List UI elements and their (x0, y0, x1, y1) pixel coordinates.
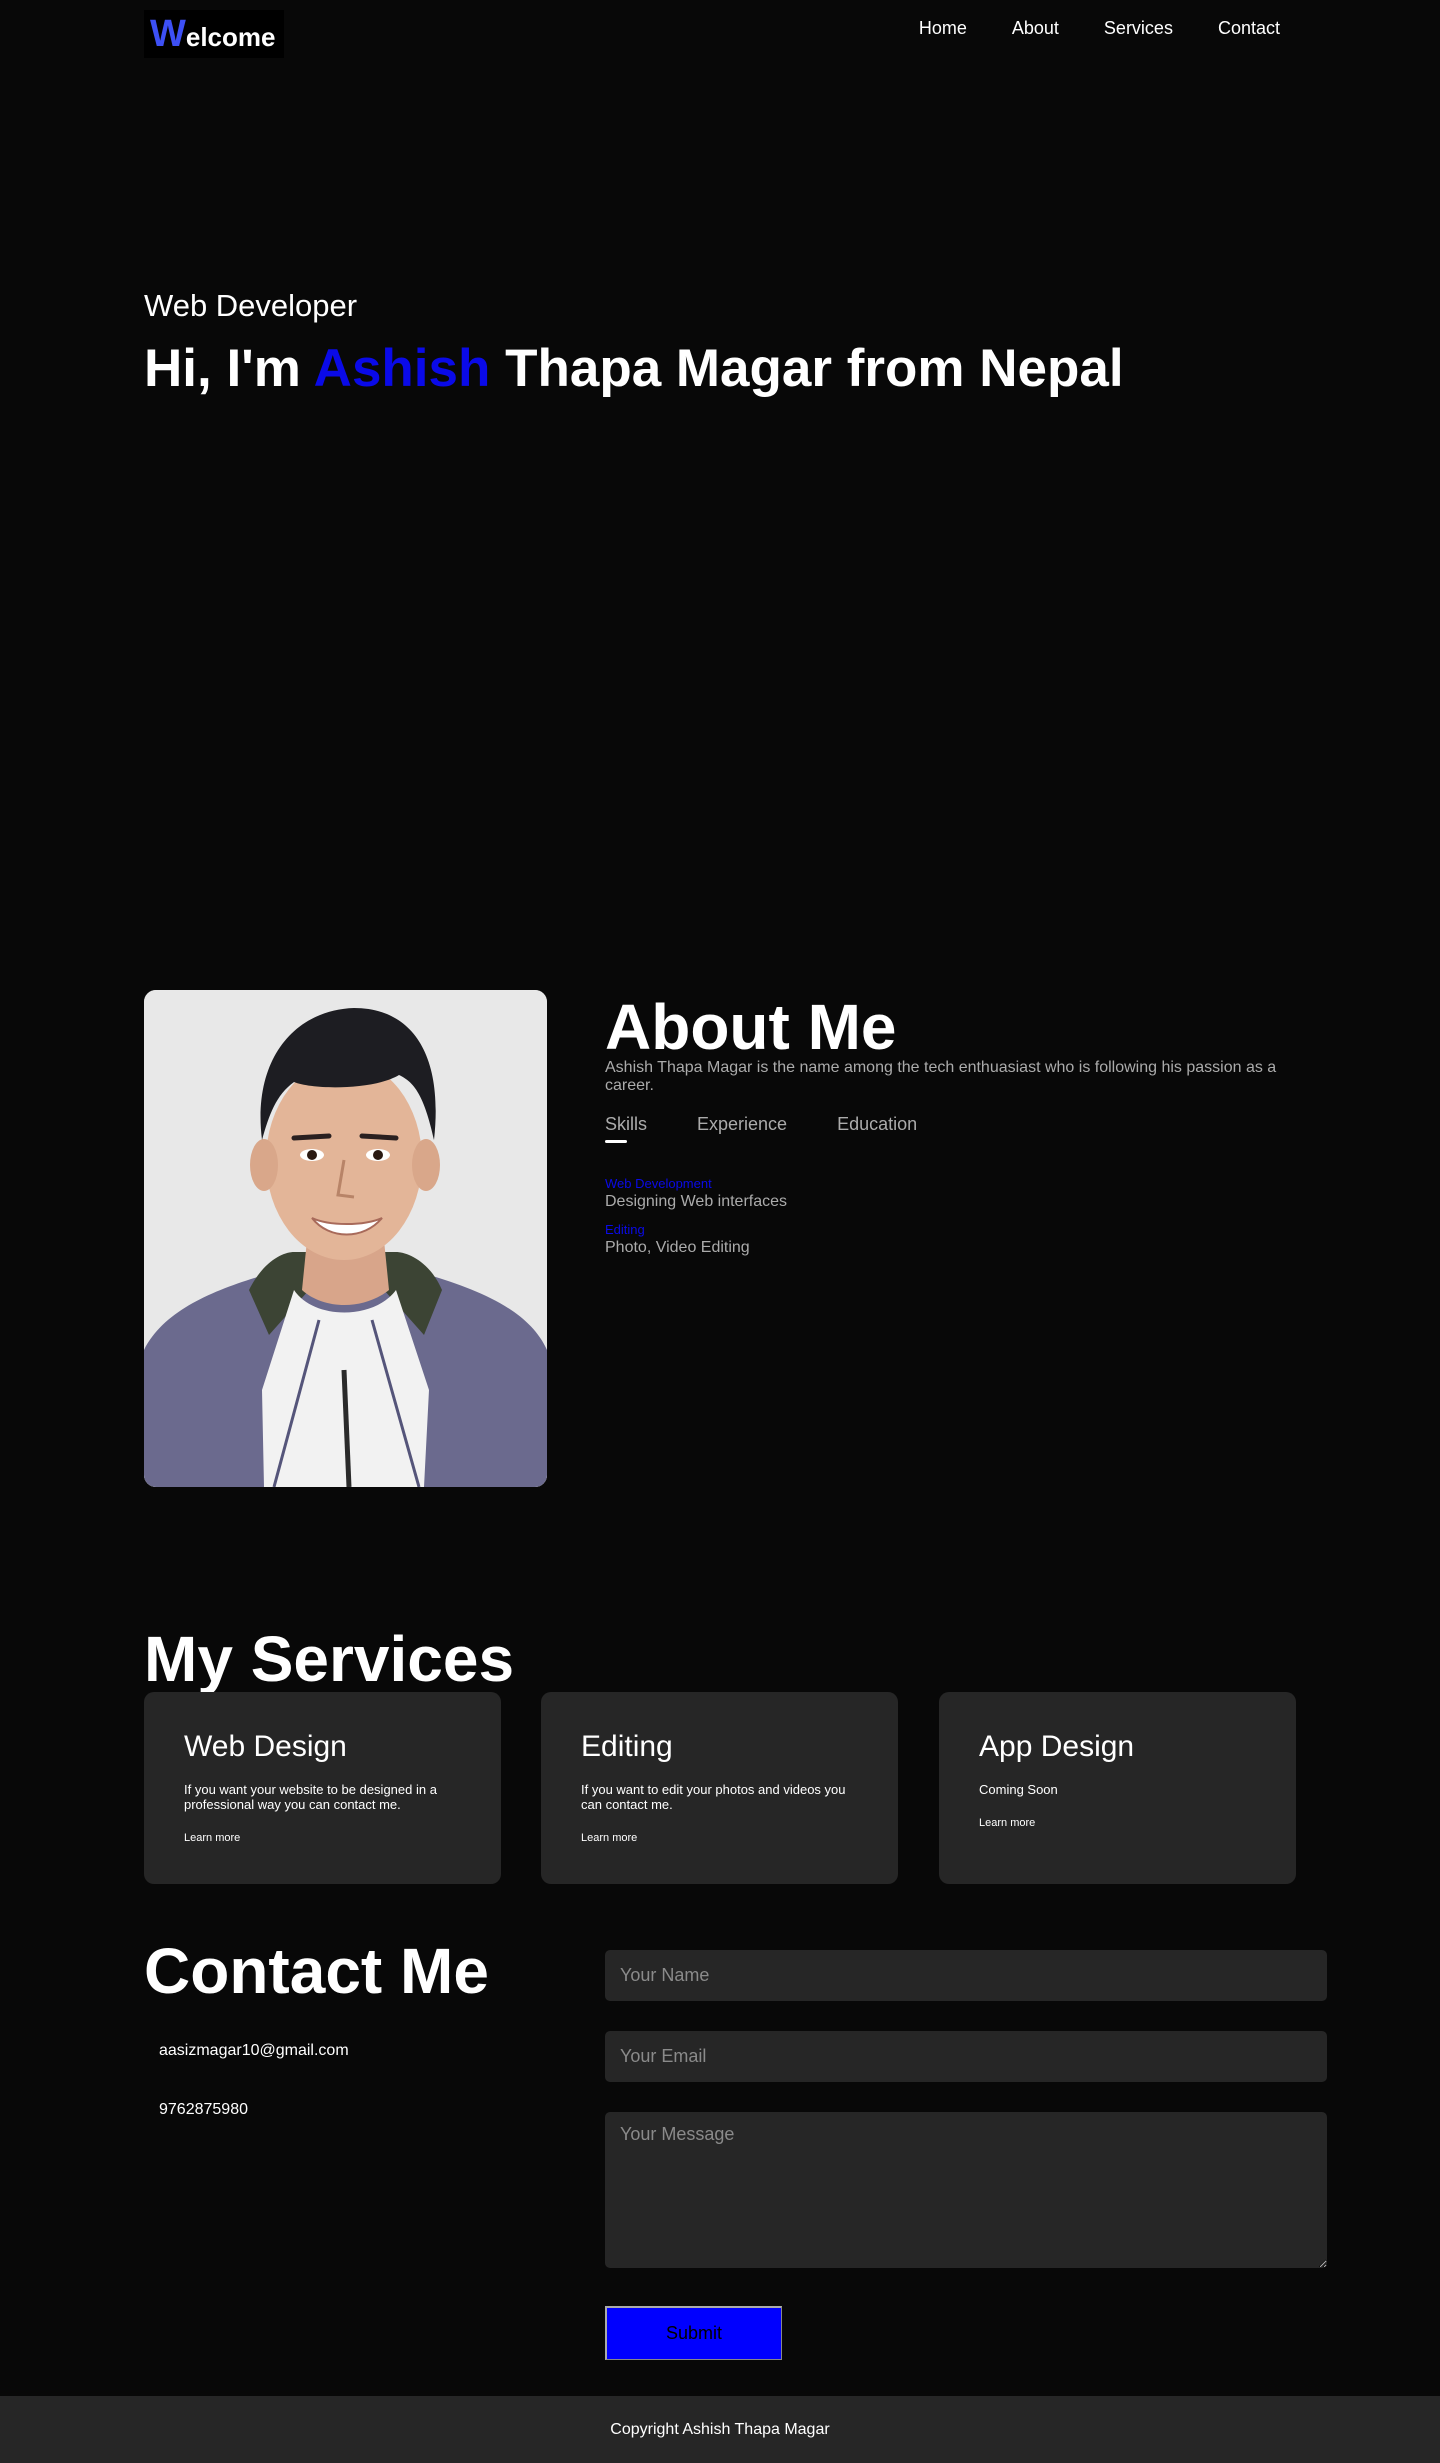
hero-title-prefix: Hi, I'm (144, 339, 314, 398)
hero-title: Hi, I'm Ashish Thapa Magar from Nepal (144, 338, 1124, 399)
logo-text: elcome (185, 21, 276, 52)
main-nav: Home About Services Contact (874, 18, 1280, 39)
nav-about-link[interactable]: About (1012, 18, 1059, 39)
submit-button[interactable]: Submit (605, 2306, 782, 2360)
about-title: About Me (605, 991, 897, 1063)
logo[interactable]: Welcome (144, 10, 284, 58)
about-description: Ashish Thapa Magar is the name among the… (605, 1059, 1277, 1094)
contact-phone[interactable]: 9762875980 (159, 2101, 248, 2119)
hero-subtitle: Web Developer (144, 288, 358, 323)
footer-copyright: Copyright Ashish Thapa Magar (610, 2420, 830, 2438)
hero-title-accent: Ashish (313, 339, 491, 398)
tab-skills[interactable]: Skills (605, 1114, 647, 1143)
about-tabs: Skills Experience Education (605, 1114, 967, 1143)
contact-email[interactable]: aasizmagar10@gmail.com (159, 2042, 349, 2060)
footer: Copyright Ashish Thapa Magar (0, 2396, 1440, 2463)
nav-contact-link[interactable]: Contact (1218, 18, 1280, 39)
service-card-title: Editing (581, 1730, 673, 1763)
service-card-text: If you want to edit your photos and vide… (581, 1782, 846, 1812)
service-card-web-design: Web Design If you want your website to b… (144, 1692, 501, 1884)
skill-item: Web Development Designing Web interfaces (605, 1176, 787, 1211)
skill-description: Designing Web interfaces (605, 1193, 788, 1210)
tab-experience[interactable]: Experience (697, 1114, 787, 1143)
logo-first-letter: W (150, 12, 186, 55)
learn-more-link[interactable]: Learn more (581, 1832, 858, 1844)
skill-item: Editing Photo, Video Editing (605, 1222, 750, 1257)
services-title: My Services (144, 1623, 515, 1695)
skill-description: Photo, Video Editing (605, 1239, 750, 1256)
nav-home-link[interactable]: Home (919, 18, 967, 39)
contact-title: Contact Me (144, 1935, 489, 2007)
name-input[interactable] (605, 1950, 1327, 2001)
skill-name: Editing (605, 1222, 645, 1237)
profile-portrait-illustration (144, 990, 547, 1487)
service-card-app-design: App Design Coming Soon Learn more (939, 1692, 1296, 1884)
hero-title-suffix: Thapa Magar from Nepal (490, 339, 1124, 398)
service-card-text: If you want your website to be designed … (184, 1782, 437, 1812)
email-input[interactable] (605, 2031, 1327, 2082)
profile-photo (144, 990, 547, 1487)
skill-name: Web Development (605, 1176, 712, 1191)
service-card-text: Coming Soon (979, 1782, 1058, 1797)
learn-more-link[interactable]: Learn more (979, 1817, 1256, 1829)
message-textarea[interactable] (605, 2112, 1327, 2268)
learn-more-link[interactable]: Learn more (184, 1832, 461, 1844)
nav-services-link[interactable]: Services (1104, 18, 1173, 39)
service-card-title: App Design (979, 1730, 1135, 1763)
tab-education[interactable]: Education (837, 1114, 917, 1143)
service-card-editing: Editing If you want to edit your photos … (541, 1692, 898, 1884)
service-card-title: Web Design (184, 1730, 347, 1763)
